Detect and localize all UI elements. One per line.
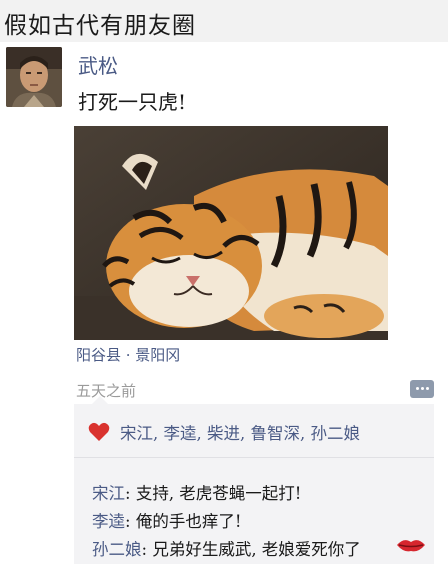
comment-separator: : — [125, 512, 136, 531]
post-photo[interactable] — [74, 126, 388, 340]
comment-text: 兄弟好生威武, 老娘爱死你了 — [152, 540, 361, 559]
comment-item[interactable]: 宋江: 支持, 老虎苍蝇一起打! — [92, 480, 301, 504]
likes-names[interactable]: 宋江, 李逵, 柴进, 鲁智深, 孙二娘 — [120, 420, 360, 444]
dot-icon — [416, 387, 419, 390]
dot-icon — [421, 387, 424, 390]
tiger-photo — [74, 126, 388, 340]
heart-icon — [88, 422, 110, 441]
post-author[interactable]: 武松 — [78, 50, 118, 79]
comment-separator: : — [141, 540, 153, 559]
likes-row: 宋江, 李逵, 柴进, 鲁智深, 孙二娘 — [74, 404, 434, 458]
comment-bubble-icon[interactable] — [410, 380, 434, 398]
post-location[interactable]: 阳谷县 · 景阳冈 — [76, 344, 180, 365]
avatar[interactable] — [6, 47, 62, 107]
comment-author[interactable]: 宋江 — [92, 484, 125, 503]
comment-text: 支持, 老虎苍蝇一起打! — [135, 484, 302, 503]
comment-item[interactable]: 孙二娘: 兄弟好生威武, 老娘爱死你了 — [92, 536, 361, 560]
post-text: 打死一只虎! — [78, 90, 187, 114]
comment-author[interactable]: 孙二娘 — [92, 540, 142, 559]
lips-icon — [397, 540, 425, 552]
comment-author[interactable]: 李逵 — [92, 512, 125, 531]
comment-separator: : — [125, 484, 136, 503]
dot-icon — [426, 387, 429, 390]
avatar-portrait — [6, 47, 62, 107]
comment-text: 俺的手也痒了! — [135, 512, 242, 531]
interaction-box: 宋江, 李逵, 柴进, 鲁智深, 孙二娘 宋江: 支持, 老虎苍蝇一起打! 李逵… — [74, 396, 434, 564]
page-title: 假如古代有朋友圈 — [4, 13, 196, 39]
header-bar: 假如古代有朋友圈 — [0, 0, 448, 42]
comment-item[interactable]: 李逵: 俺的手也痒了! — [92, 508, 241, 532]
